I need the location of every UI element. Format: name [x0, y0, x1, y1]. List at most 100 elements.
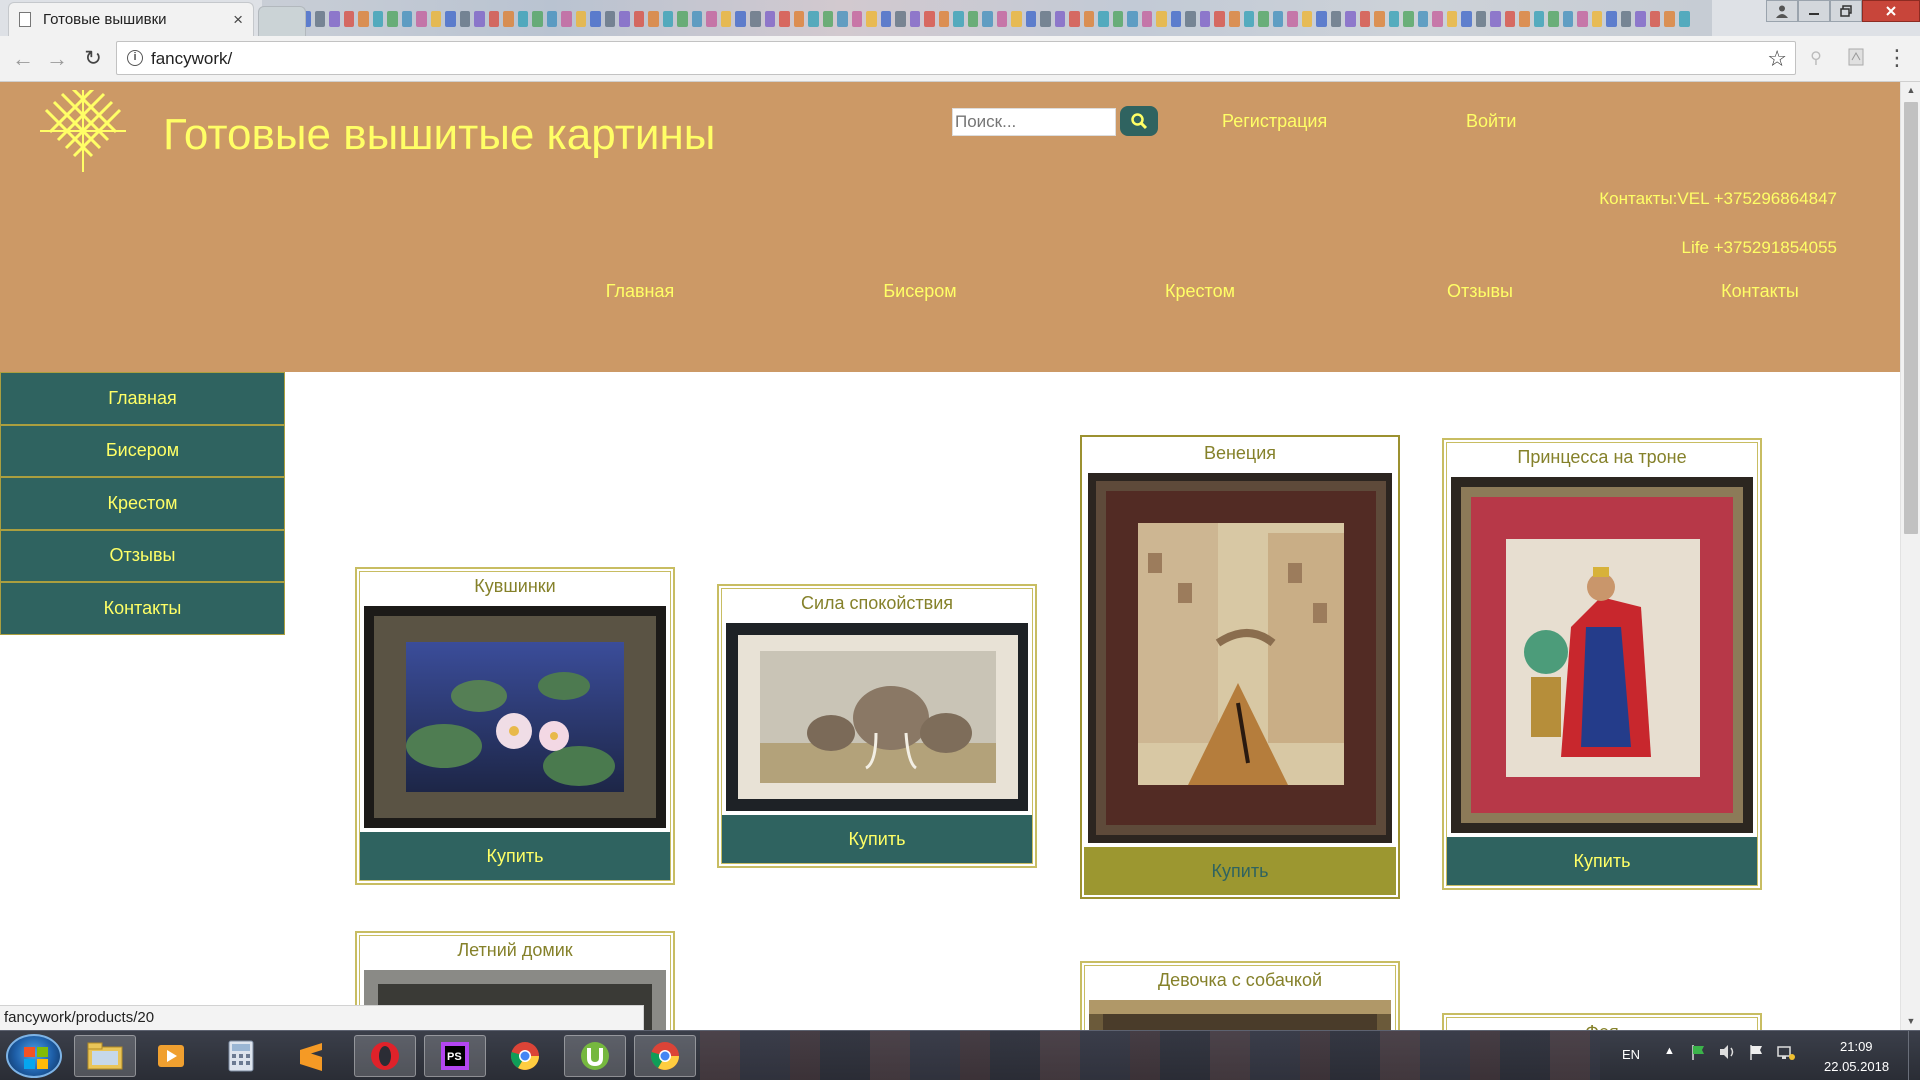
tab-favicon[interactable] [967, 11, 979, 27]
buy-button[interactable]: Купить [360, 832, 670, 880]
tab-favicon[interactable] [1170, 11, 1182, 27]
tab-favicon[interactable] [1432, 11, 1443, 27]
top-nav-beads[interactable]: Бисером [883, 281, 956, 302]
register-link[interactable]: Регистрация [1222, 111, 1327, 132]
tab-favicon[interactable] [430, 11, 442, 27]
product-title[interactable]: Принцесса на троне [1447, 443, 1757, 477]
opera-taskbar-icon[interactable] [354, 1035, 416, 1077]
page-scrollbar[interactable]: ▲ ▼ [1900, 82, 1920, 1030]
top-nav-reviews[interactable]: Отзывы [1447, 281, 1513, 302]
tab-favicon[interactable] [677, 11, 688, 27]
tab-favicon[interactable] [662, 11, 674, 27]
tab-favicon[interactable] [1185, 11, 1196, 27]
sublime-taskbar-icon[interactable] [280, 1035, 342, 1077]
media-player-taskbar-icon[interactable] [140, 1035, 202, 1077]
tab-favicon[interactable] [532, 11, 543, 27]
tab-favicon[interactable] [561, 11, 572, 27]
product-title[interactable]: Сила спокойствия [722, 589, 1032, 623]
tab-favicon[interactable] [924, 11, 935, 27]
extension-pdf-icon[interactable] [1846, 48, 1866, 68]
tab-favicon[interactable] [1098, 11, 1109, 27]
search-input[interactable] [952, 108, 1116, 136]
tab-favicon[interactable] [822, 11, 834, 27]
tab-favicon[interactable] [1287, 11, 1298, 27]
tab-favicon[interactable] [880, 11, 892, 27]
tab-favicon[interactable] [1083, 11, 1095, 27]
info-icon[interactable]: i [127, 50, 143, 66]
show-desktop-button[interactable] [1908, 1031, 1920, 1080]
notification-flag-icon[interactable] [1748, 1043, 1766, 1064]
tab-favicon[interactable] [604, 11, 616, 27]
tab-favicon[interactable] [590, 11, 601, 27]
search-button[interactable] [1120, 106, 1158, 136]
tab-favicon[interactable] [1388, 11, 1400, 27]
start-button[interactable] [6, 1034, 62, 1078]
tab-favicon[interactable] [474, 11, 485, 27]
tab-favicon[interactable] [691, 11, 703, 27]
tab-favicon[interactable] [1229, 11, 1240, 27]
buy-button[interactable]: Купить [1447, 837, 1757, 885]
tab-favicon[interactable] [459, 11, 471, 27]
tab-favicon[interactable] [343, 11, 355, 27]
tab-favicon[interactable] [1141, 11, 1153, 27]
tab-favicon[interactable] [488, 11, 500, 27]
tab-favicon[interactable] [895, 11, 906, 27]
product-image-girl-with-dog[interactable] [1089, 1000, 1391, 1030]
address-bar[interactable]: i fancywork/ ☆ [116, 41, 1796, 75]
bookmark-star-icon[interactable]: ☆ [1767, 46, 1787, 72]
tab-favicon[interactable] [445, 11, 456, 27]
scroll-up-icon[interactable]: ▲ [1901, 82, 1920, 99]
tab-favicon[interactable] [329, 11, 340, 27]
tab-close-icon[interactable]: × [233, 10, 243, 30]
action-center-flag-icon[interactable] [1690, 1043, 1708, 1064]
tab-favicon[interactable] [372, 11, 384, 27]
product-card[interactable]: Сила спокойствия Купить [717, 584, 1037, 868]
tab-favicon[interactable] [938, 11, 950, 27]
tab-favicon[interactable] [1301, 11, 1313, 27]
tab-favicon[interactable] [1577, 11, 1588, 27]
tab-favicon[interactable] [401, 11, 413, 27]
tab-favicon[interactable] [749, 11, 761, 27]
tab-favicon[interactable] [1214, 11, 1225, 27]
browser-menu-icon[interactable]: ⋮ [1886, 44, 1908, 72]
reload-icon[interactable]: ↻ [80, 46, 106, 72]
tab-favicon[interactable] [1272, 11, 1284, 27]
calculator-taskbar-icon[interactable] [210, 1035, 272, 1077]
restore-button[interactable] [1830, 0, 1862, 22]
buy-button[interactable]: Купить [722, 815, 1032, 863]
tab-favicon[interactable] [1562, 11, 1574, 27]
browser-tab-active[interactable]: Готовые вышивки × [8, 2, 254, 36]
tab-favicon[interactable] [1548, 11, 1559, 27]
tab-favicon[interactable] [358, 11, 369, 27]
tab-favicon[interactable] [1156, 11, 1167, 27]
tab-favicon[interactable] [503, 11, 514, 27]
tab-favicon[interactable] [1112, 11, 1124, 27]
tab-favicon[interactable] [735, 11, 746, 27]
tab-favicon[interactable] [837, 11, 848, 27]
sidebar-item-reviews[interactable]: Отзывы [0, 529, 285, 582]
product-card[interactable]: Кувшинки Купить [355, 567, 675, 885]
network-icon[interactable] [1776, 1043, 1796, 1064]
tab-favicon[interactable] [1664, 11, 1675, 27]
tab-favicon[interactable] [1345, 11, 1356, 27]
tab-favicon[interactable] [1461, 11, 1472, 27]
tab-favicon[interactable] [1359, 11, 1371, 27]
extension-search-icon[interactable]: ⚲ [1806, 48, 1826, 68]
user-icon[interactable] [1766, 0, 1798, 22]
tab-favicon[interactable] [909, 11, 921, 27]
product-title[interactable]: Венеция [1084, 439, 1396, 473]
back-icon[interactable]: ← [10, 46, 36, 72]
scroll-down-icon[interactable]: ▼ [1901, 1013, 1920, 1030]
tab-favicon[interactable] [1490, 11, 1501, 27]
product-title[interactable]: Девочка с собачкой [1085, 966, 1395, 1000]
tab-favicon[interactable] [1127, 11, 1138, 27]
tab-favicon[interactable] [1606, 11, 1617, 27]
forward-icon[interactable]: → [44, 46, 70, 72]
sidebar-item-home[interactable]: Главная [0, 372, 285, 425]
tab-favicon[interactable] [1417, 11, 1429, 27]
tab-favicon[interactable] [953, 11, 964, 27]
tab-favicon[interactable] [1635, 11, 1646, 27]
chrome-active-taskbar-icon[interactable] [634, 1035, 696, 1077]
tab-favicon[interactable] [982, 11, 993, 27]
tab-favicon[interactable] [1316, 11, 1327, 27]
